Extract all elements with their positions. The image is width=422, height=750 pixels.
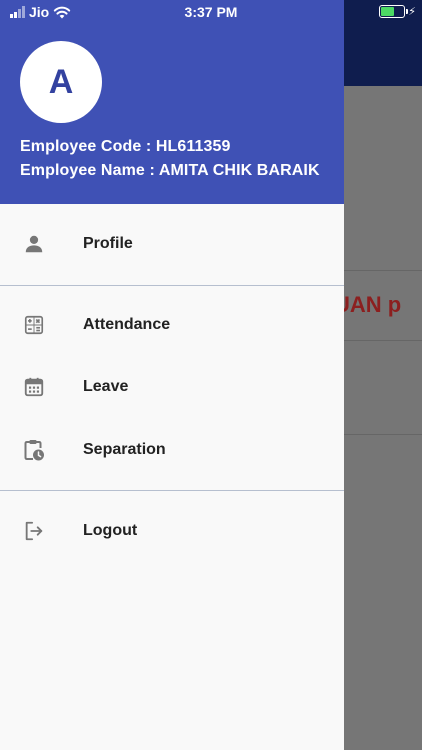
menu-item-profile[interactable]: Profile xyxy=(0,214,344,274)
clipboard-clock-icon xyxy=(22,438,46,462)
employee-name: Employee Name : AMITA CHIK BARAIK xyxy=(20,162,320,179)
battery-icon xyxy=(379,5,409,18)
status-right: ⚡ xyxy=(379,5,416,18)
background-divider xyxy=(344,270,422,271)
menu-item-logout[interactable]: Logout xyxy=(0,501,344,561)
menu-item-label: Leave xyxy=(83,378,129,395)
menu-item-attendance[interactable]: Attendance xyxy=(0,295,344,355)
avatar: A xyxy=(20,41,102,123)
charging-icon: ⚡ xyxy=(408,6,416,18)
menu-divider xyxy=(0,285,344,286)
calculator-icon xyxy=(22,313,46,337)
menu-item-label: Separation xyxy=(83,441,166,458)
menu-item-leave[interactable]: Leave xyxy=(0,357,344,417)
background-divider xyxy=(344,434,422,435)
navigation-drawer: A Employee Code : HL611359 Employee Name… xyxy=(0,0,344,750)
background-divider xyxy=(344,340,422,341)
menu-item-separation[interactable]: Separation xyxy=(0,420,344,480)
clock: 3:37 PM xyxy=(184,4,238,20)
menu-divider xyxy=(0,490,344,491)
background-partial-text: UAN p xyxy=(344,292,402,317)
menu-item-label: Logout xyxy=(83,522,138,539)
logout-icon xyxy=(22,519,46,543)
calendar-icon xyxy=(22,375,46,399)
menu-item-label: Profile xyxy=(83,235,133,252)
drawer-header: A Employee Code : HL611359 Employee Name… xyxy=(0,0,344,204)
employee-code: Employee Code : HL611359 xyxy=(20,138,231,155)
menu-item-label: Attendance xyxy=(83,316,171,333)
person-icon xyxy=(22,232,46,256)
battery-level xyxy=(381,7,395,16)
status-bar: Jio 3:37 PM ⚡ xyxy=(0,0,422,24)
